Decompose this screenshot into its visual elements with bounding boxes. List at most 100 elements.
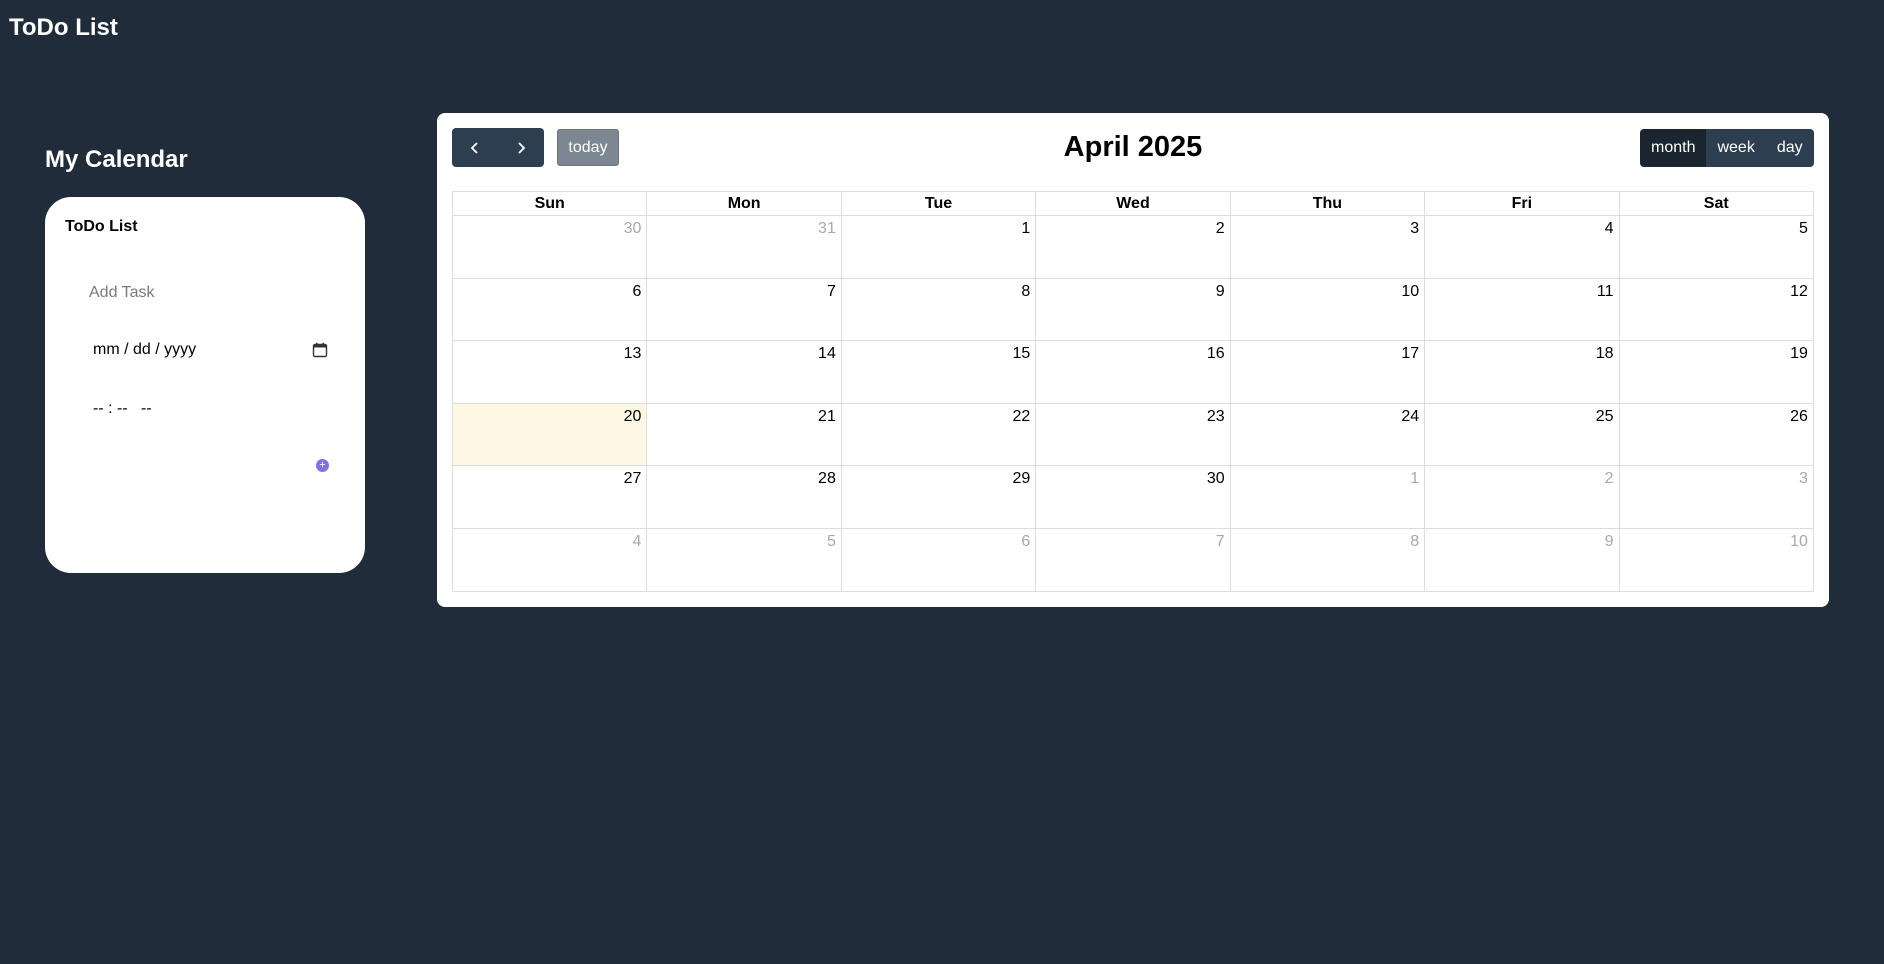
day-cell[interactable]: 8 bbox=[841, 278, 1037, 342]
date-input[interactable]: mm / dd / yyyy bbox=[93, 338, 328, 362]
day-cell[interactable]: 14 bbox=[647, 341, 842, 404]
app-title: ToDo List bbox=[9, 14, 118, 41]
day-cell[interactable]: 8 bbox=[1230, 528, 1426, 592]
view-day-button[interactable]: day bbox=[1765, 129, 1814, 167]
day-cell[interactable]: 23 bbox=[1036, 403, 1231, 467]
day-number: 22 bbox=[1012, 407, 1031, 425]
day-cell[interactable]: 5 bbox=[647, 528, 842, 592]
date-input-placeholder: mm / dd / yyyy bbox=[93, 341, 197, 358]
day-cell[interactable]: 6 bbox=[453, 278, 648, 342]
day-cell[interactable]: 2 bbox=[1425, 466, 1620, 529]
day-number: 9 bbox=[1604, 532, 1614, 550]
day-cell[interactable]: 31 bbox=[647, 216, 842, 279]
view-week-button[interactable]: week bbox=[1706, 129, 1766, 167]
day-number: 8 bbox=[1410, 532, 1420, 550]
day-number: 21 bbox=[818, 407, 836, 425]
day-number: 2 bbox=[1215, 220, 1225, 237]
time-input[interactable]: -- : -- -- bbox=[93, 397, 213, 421]
day-cell[interactable]: 16 bbox=[1036, 341, 1231, 404]
day-number: 15 bbox=[1012, 345, 1031, 363]
day-cell[interactable]: 13 bbox=[453, 341, 648, 404]
day-number: 17 bbox=[1401, 345, 1420, 363]
month-title: April 2025 bbox=[1063, 131, 1203, 163]
day-number: 31 bbox=[818, 220, 836, 237]
day-number: 5 bbox=[1799, 220, 1808, 237]
day-cell[interactable]: 7 bbox=[1036, 528, 1231, 592]
day-number: 30 bbox=[1206, 470, 1225, 488]
calendar-icon[interactable] bbox=[312, 342, 328, 358]
weekday-sat: Sat bbox=[1619, 192, 1814, 216]
day-number: 10 bbox=[1401, 282, 1420, 300]
plus-icon: + bbox=[319, 459, 326, 471]
day-cell[interactable]: 2 bbox=[1036, 216, 1231, 279]
weekday-mon: Mon bbox=[647, 192, 842, 216]
day-number: 28 bbox=[818, 470, 836, 488]
day-cell[interactable]: 10 bbox=[1230, 278, 1426, 342]
day-number: 27 bbox=[623, 470, 642, 488]
day-number: 12 bbox=[1790, 282, 1808, 300]
day-cell[interactable]: 7 bbox=[647, 278, 842, 342]
day-number: 4 bbox=[632, 532, 642, 550]
day-cell[interactable]: 3 bbox=[1230, 216, 1426, 279]
week-row: 6 7 8 9 10 11 12 bbox=[453, 278, 1814, 342]
day-number: 11 bbox=[1596, 282, 1614, 300]
day-cell-today[interactable]: 20 bbox=[453, 403, 648, 467]
day-cell[interactable]: 6 bbox=[841, 528, 1037, 592]
day-number: 1 bbox=[1410, 470, 1420, 488]
day-cell[interactable]: 4 bbox=[453, 528, 648, 592]
day-cell[interactable]: 30 bbox=[453, 216, 648, 279]
day-cell[interactable]: 19 bbox=[1619, 341, 1814, 404]
weekday-tue: Tue bbox=[841, 192, 1037, 216]
day-number: 9 bbox=[1215, 282, 1225, 300]
day-number: 29 bbox=[1012, 470, 1031, 488]
day-number: 26 bbox=[1790, 407, 1808, 425]
day-cell[interactable]: 27 bbox=[453, 466, 648, 529]
day-cell[interactable]: 1 bbox=[841, 216, 1037, 279]
day-number: 7 bbox=[826, 282, 836, 300]
day-cell[interactable]: 3 bbox=[1619, 466, 1814, 529]
day-cell[interactable]: 22 bbox=[841, 403, 1037, 467]
day-number: 23 bbox=[1206, 407, 1225, 425]
day-number: 7 bbox=[1215, 532, 1225, 550]
day-number: 24 bbox=[1401, 407, 1420, 425]
week-row: 30 31 1 2 3 4 5 bbox=[453, 216, 1814, 279]
day-number: 2 bbox=[1604, 470, 1614, 488]
add-task-button[interactable]: + bbox=[316, 459, 329, 472]
day-cell[interactable]: 10 bbox=[1619, 528, 1814, 592]
day-cell[interactable]: 17 bbox=[1230, 341, 1426, 404]
day-cell[interactable]: 11 bbox=[1425, 278, 1620, 342]
todo-card-title: ToDo List bbox=[65, 218, 138, 235]
day-cell[interactable]: 12 bbox=[1619, 278, 1814, 342]
day-number: 14 bbox=[818, 345, 836, 363]
month-grid: Sun Mon Tue Wed Thu Fri Sat 30 31 1 2 3 4 5 6 7 8 9 10 11 1… bbox=[452, 191, 1814, 592]
day-number: 18 bbox=[1595, 345, 1614, 363]
day-cell[interactable]: 9 bbox=[1425, 528, 1620, 592]
my-calendar-heading: My Calendar bbox=[45, 146, 188, 173]
view-month-button[interactable]: month bbox=[1640, 129, 1707, 167]
time-input-placeholder: -- : -- -- bbox=[93, 400, 152, 417]
day-cell[interactable]: 15 bbox=[841, 341, 1037, 404]
day-number: 16 bbox=[1206, 345, 1225, 363]
day-cell[interactable]: 4 bbox=[1425, 216, 1620, 279]
day-cell[interactable]: 28 bbox=[647, 466, 842, 529]
day-cell[interactable]: 25 bbox=[1425, 403, 1620, 467]
day-cell[interactable]: 5 bbox=[1619, 216, 1814, 279]
weekday-header: Sun Mon Tue Wed Thu Fri Sat bbox=[453, 192, 1814, 216]
day-number: 20 bbox=[623, 407, 642, 425]
weekday-thu: Thu bbox=[1230, 192, 1426, 216]
day-cell[interactable]: 24 bbox=[1230, 403, 1426, 467]
day-cell[interactable]: 26 bbox=[1619, 403, 1814, 467]
view-switcher: month week day bbox=[1640, 129, 1814, 167]
day-number: 3 bbox=[1799, 470, 1808, 488]
day-cell[interactable]: 18 bbox=[1425, 341, 1620, 404]
day-number: 1 bbox=[1021, 220, 1031, 237]
todo-card: ToDo List mm / dd / yyyy -- : -- -- + bbox=[45, 197, 365, 573]
day-cell[interactable]: 30 bbox=[1036, 466, 1231, 529]
day-cell[interactable]: 9 bbox=[1036, 278, 1231, 342]
day-cell[interactable]: 1 bbox=[1230, 466, 1426, 529]
add-task-input[interactable] bbox=[89, 281, 329, 305]
day-cell[interactable]: 29 bbox=[841, 466, 1037, 529]
calendar-panel: today April 2025 month week day Sun Mon Tue W… bbox=[437, 113, 1829, 607]
day-number: 4 bbox=[1604, 220, 1614, 237]
day-cell[interactable]: 21 bbox=[647, 403, 842, 467]
